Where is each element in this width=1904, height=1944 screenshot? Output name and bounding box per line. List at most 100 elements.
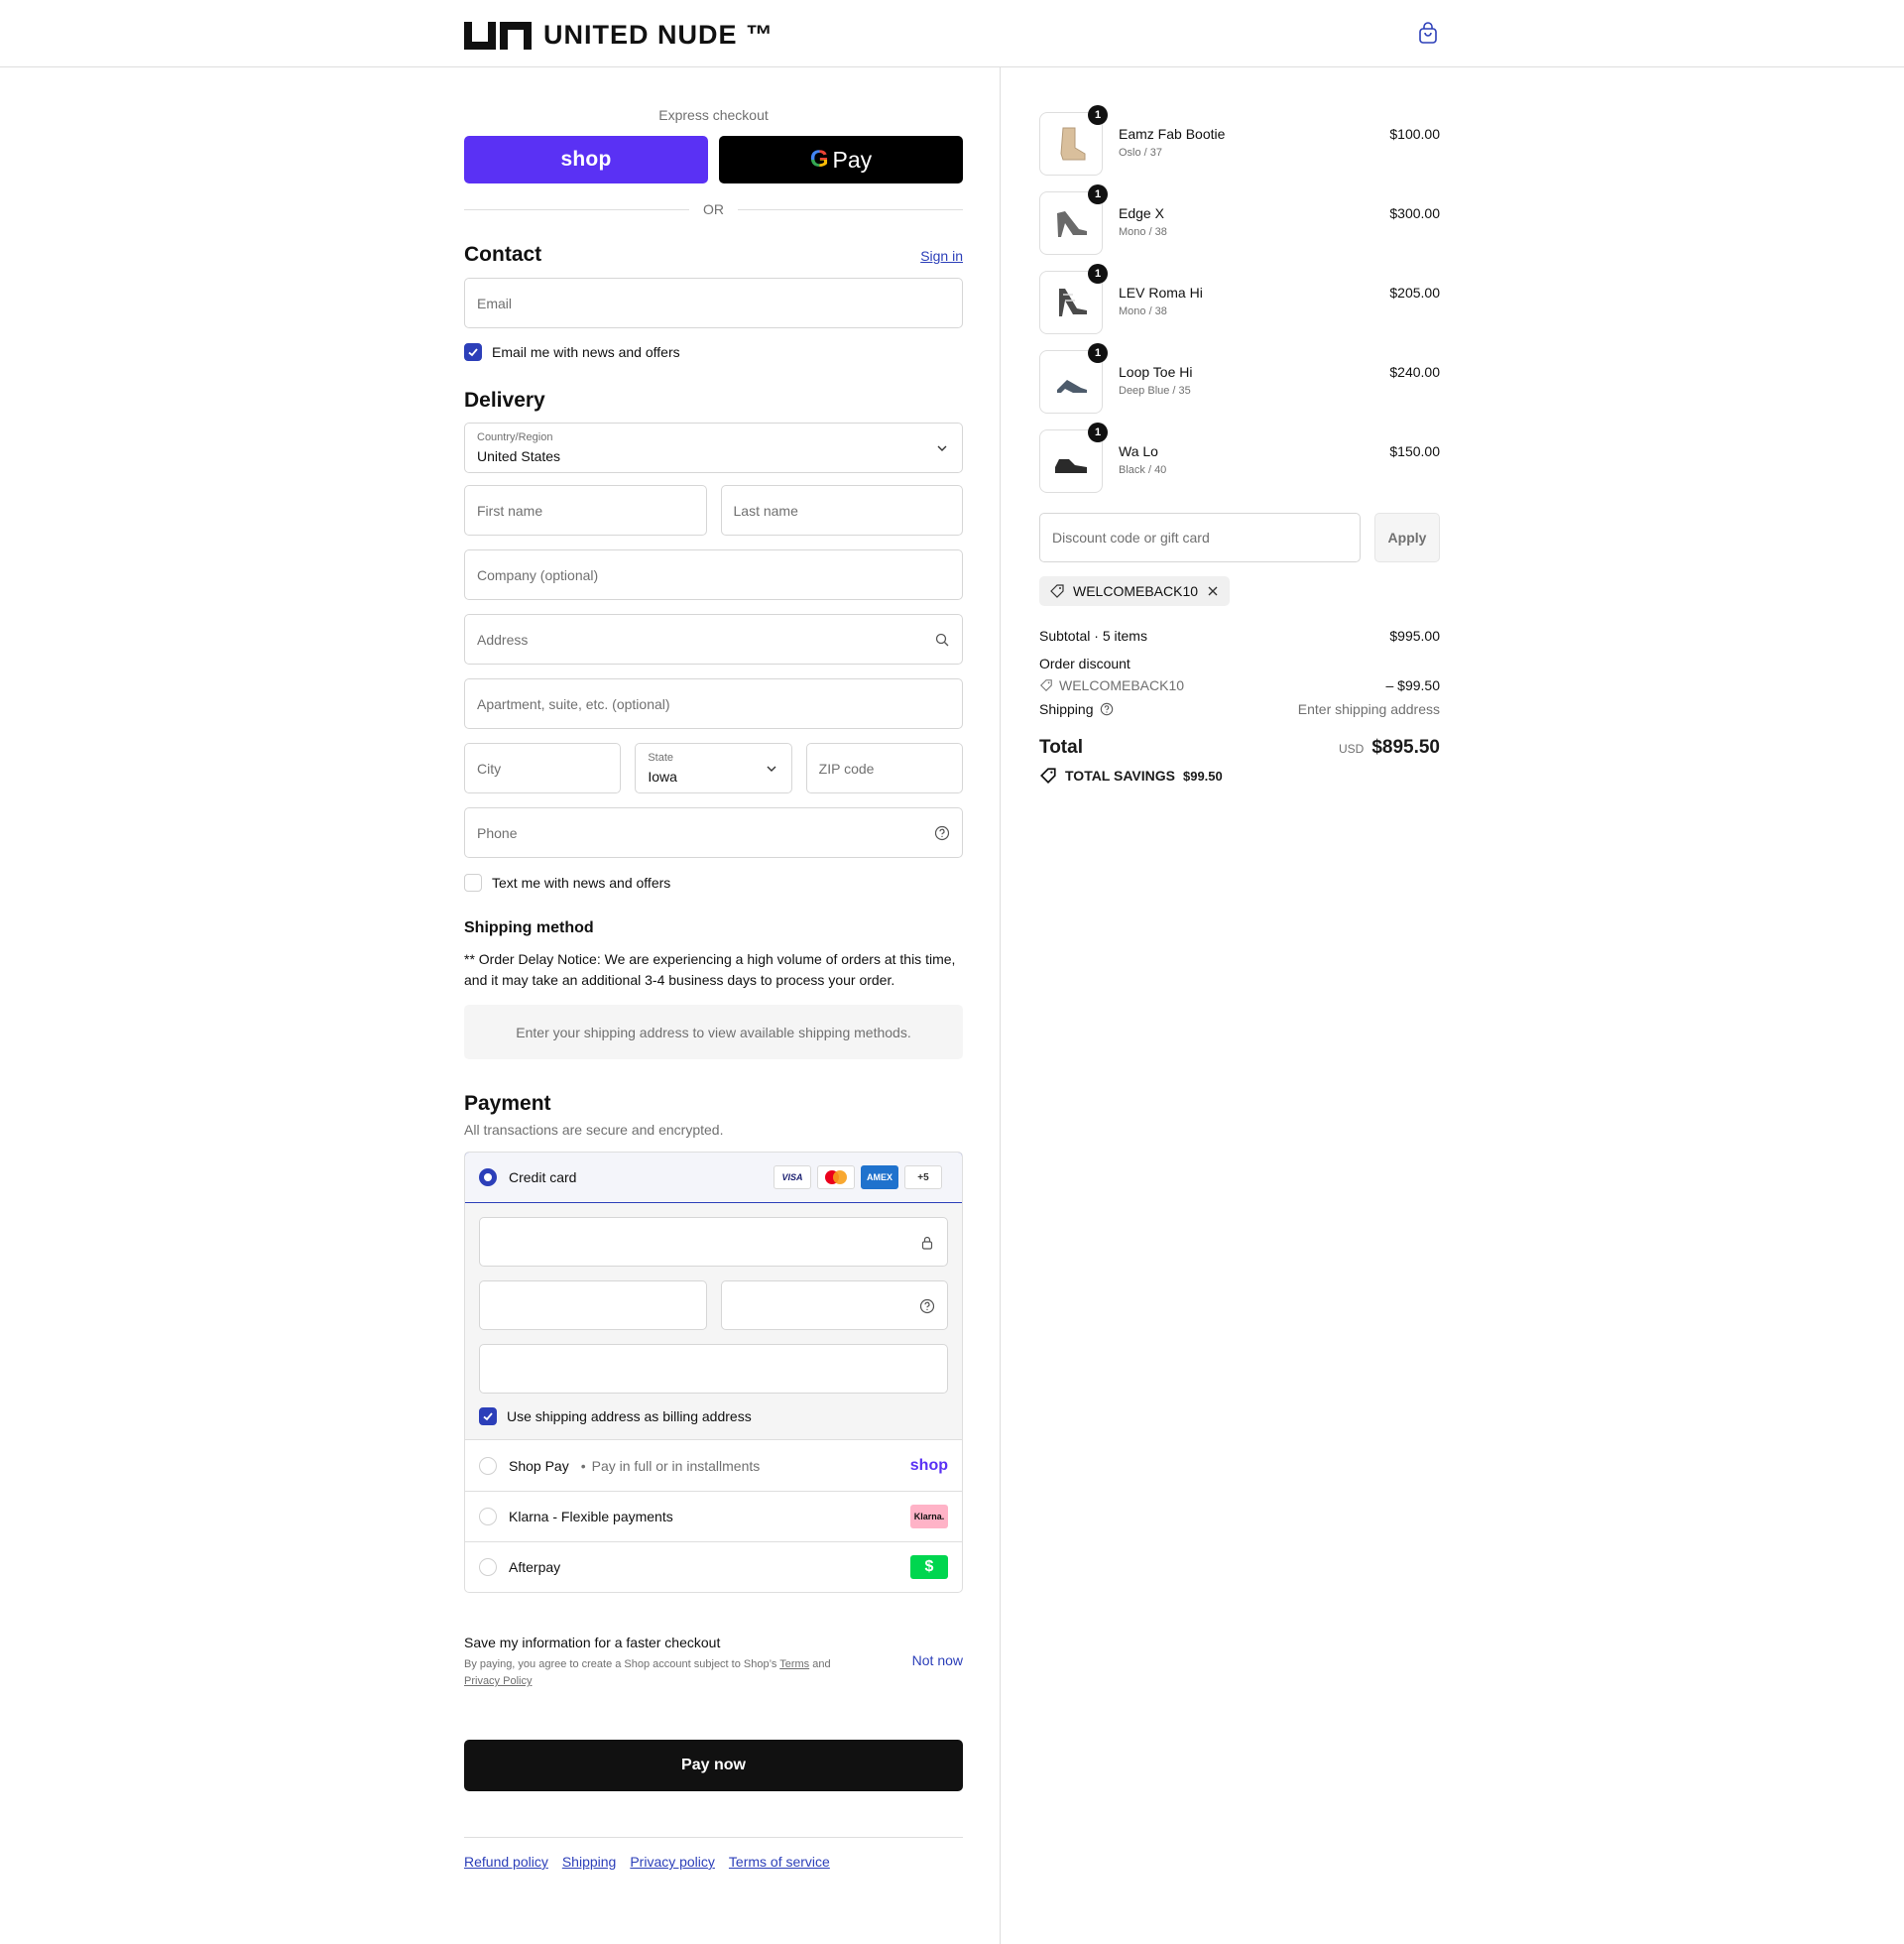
product-name: Wa Lo bbox=[1119, 443, 1158, 459]
pay-now-button[interactable]: Pay now bbox=[464, 1740, 963, 1791]
billing-same-checkbox[interactable] bbox=[479, 1407, 497, 1425]
email-news-checkbox[interactable] bbox=[464, 343, 482, 361]
first-name-placeholder: First name bbox=[477, 502, 543, 519]
footer-links: Refund policy Shipping Privacy policy Te… bbox=[464, 1837, 963, 1870]
product-thumbnail: 1 bbox=[1039, 105, 1108, 176]
shop-pay-radio[interactable] bbox=[479, 1456, 497, 1475]
subtotal-value: $995.00 bbox=[1389, 628, 1440, 644]
product-variant: Oslo / 37 bbox=[1119, 147, 1163, 159]
tag-icon bbox=[1040, 768, 1056, 784]
close-icon[interactable] bbox=[1206, 584, 1220, 598]
city-state-zip-row: City State Iowa ZIP code bbox=[464, 743, 963, 793]
last-name-field[interactable]: Last name bbox=[720, 485, 963, 536]
card-number-field[interactable] bbox=[479, 1217, 948, 1267]
subtotal-row: Subtotal · 5 items $995.00 bbox=[1039, 628, 1440, 644]
not-now-button[interactable]: Not now bbox=[912, 1652, 963, 1668]
list-item: 1 Wa Lo Black / 40 $150.00 bbox=[1039, 423, 1440, 509]
afterpay-option[interactable]: Afterpay $ bbox=[465, 1541, 962, 1592]
billing-same-option[interactable]: Use shipping address as billing address bbox=[479, 1407, 948, 1425]
brand-name: UNITED NUDE ™ bbox=[543, 20, 774, 50]
google-pay-button[interactable]: G Pay bbox=[719, 136, 963, 183]
or-divider: OR bbox=[464, 201, 963, 217]
google-g-icon: G bbox=[809, 146, 829, 173]
google-pay-label: Pay bbox=[832, 146, 873, 173]
phone-field[interactable]: Phone bbox=[464, 807, 963, 858]
address-field[interactable]: Address bbox=[464, 614, 963, 665]
card-cvv-field[interactable] bbox=[720, 1280, 948, 1330]
credit-card-label: Credit card bbox=[509, 1169, 577, 1185]
afterpay-label: Afterpay bbox=[509, 1559, 561, 1575]
credit-card-option[interactable]: Credit card VISA AMEX +5 bbox=[465, 1153, 962, 1203]
cart-items: 1 Eamz Fab Bootie Oslo / 37 $100.00 1 Ed… bbox=[1039, 105, 1440, 509]
privacy-policy-link[interactable]: Privacy Policy bbox=[464, 1675, 532, 1687]
city-field[interactable]: City bbox=[464, 743, 622, 793]
card-expiry-field[interactable] bbox=[479, 1280, 707, 1330]
product-price: $240.00 bbox=[1389, 364, 1440, 380]
shipping-link[interactable]: Shipping bbox=[562, 1854, 617, 1870]
product-name: Loop Toe Hi bbox=[1119, 364, 1193, 380]
more-cards-badge: +5 bbox=[904, 1165, 942, 1189]
apply-button[interactable]: Apply bbox=[1374, 513, 1440, 562]
privacy-policy-footer-link[interactable]: Privacy policy bbox=[630, 1854, 715, 1870]
zip-field[interactable]: ZIP code bbox=[805, 743, 963, 793]
heel-shoe-icon bbox=[1057, 211, 1087, 237]
klarna-logo-icon: Klarna. bbox=[910, 1505, 948, 1528]
country-label: Country/Region bbox=[477, 431, 553, 443]
name-row: First name Last name bbox=[464, 485, 963, 536]
product-thumbnail: 1 bbox=[1039, 343, 1108, 414]
subtotal-label: Subtotal · 5 items bbox=[1039, 628, 1147, 644]
sign-in-link[interactable]: Sign in bbox=[920, 248, 963, 264]
email-field[interactable]: Email bbox=[464, 278, 963, 328]
company-field[interactable]: Company (optional) bbox=[464, 549, 963, 600]
help-icon[interactable] bbox=[1100, 702, 1114, 716]
savings-label: TOTAL SAVINGS bbox=[1065, 768, 1175, 784]
country-value: United States bbox=[477, 448, 561, 464]
total-label: Total bbox=[1039, 737, 1083, 758]
apartment-field[interactable]: Apartment, suite, etc. (optional) bbox=[464, 678, 963, 729]
brand-mark-icon bbox=[464, 21, 532, 50]
product-variant: Black / 40 bbox=[1119, 464, 1167, 476]
product-thumbnail: 1 bbox=[1039, 184, 1108, 255]
country-select[interactable]: Country/Region United States bbox=[464, 423, 963, 473]
chevron-down-icon bbox=[937, 445, 947, 451]
product-name: Eamz Fab Bootie bbox=[1119, 126, 1226, 142]
credit-card-radio[interactable] bbox=[479, 1168, 497, 1186]
klarna-option[interactable]: Klarna - Flexible payments Klarna. bbox=[465, 1491, 962, 1541]
shop-pay-option[interactable]: Shop Pay • Pay in full or in installment… bbox=[465, 1440, 962, 1491]
first-name-field[interactable]: First name bbox=[464, 485, 707, 536]
text-news-option[interactable]: Text me with news and offers bbox=[464, 874, 963, 892]
state-select[interactable]: State Iowa bbox=[635, 743, 792, 793]
discount-input[interactable]: Discount code or gift card bbox=[1039, 513, 1361, 562]
text-news-checkbox[interactable] bbox=[464, 874, 482, 892]
order-discount-label: Order discount bbox=[1039, 656, 1130, 671]
total-savings: TOTAL SAVINGS $99.50 bbox=[1039, 767, 1440, 785]
email-news-label: Email me with news and offers bbox=[492, 344, 680, 360]
brand-logo[interactable]: UNITED NUDE ™ bbox=[464, 20, 774, 51]
mastercard-icon bbox=[817, 1165, 855, 1189]
currency-code: USD bbox=[1338, 742, 1365, 756]
help-icon[interactable] bbox=[934, 825, 950, 841]
afterpay-radio[interactable] bbox=[479, 1558, 497, 1576]
card-name-field[interactable] bbox=[479, 1344, 948, 1394]
refund-policy-link[interactable]: Refund policy bbox=[464, 1854, 548, 1870]
shipping-label-group: Shipping bbox=[1039, 701, 1114, 717]
terms-of-service-link[interactable]: Terms of service bbox=[729, 1854, 830, 1870]
help-icon[interactable] bbox=[919, 1298, 935, 1314]
payment-subtitle: All transactions are secure and encrypte… bbox=[464, 1122, 724, 1138]
terms-link[interactable]: Terms bbox=[779, 1658, 809, 1670]
express-buttons: shop G Pay bbox=[464, 136, 963, 183]
shopping-bag-icon[interactable] bbox=[1416, 22, 1440, 46]
contact-title: Contact bbox=[464, 243, 542, 266]
quantity-badge: 1 bbox=[1088, 105, 1108, 125]
payment-methods: Credit card VISA AMEX +5 Use shipping ad… bbox=[464, 1152, 963, 1593]
email-news-option[interactable]: Email me with news and offers bbox=[464, 343, 963, 361]
strappy-heel-icon bbox=[1059, 289, 1087, 316]
product-name: LEV Roma Hi bbox=[1119, 285, 1203, 301]
boot-icon bbox=[1060, 127, 1086, 161]
klarna-radio[interactable] bbox=[479, 1508, 497, 1525]
address-placeholder: Address bbox=[477, 631, 529, 648]
billing-same-label: Use shipping address as billing address bbox=[507, 1408, 752, 1424]
discount-row: Discount code or gift card Apply bbox=[1039, 513, 1440, 562]
shop-pay-button[interactable]: shop bbox=[464, 136, 708, 183]
card-details-form: Use shipping address as billing address bbox=[465, 1203, 962, 1440]
